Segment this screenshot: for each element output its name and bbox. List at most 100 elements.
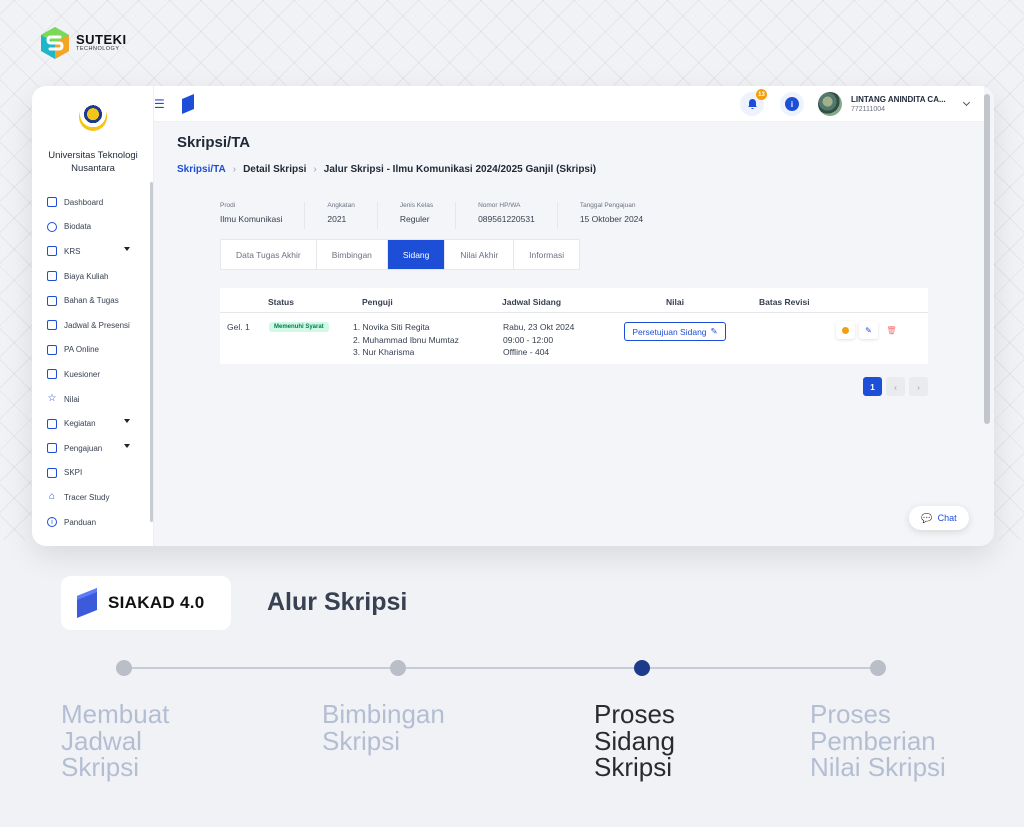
- sidebar-item-skpi[interactable]: SKPI: [32, 461, 150, 486]
- status-badge: Memenuhi Syarat: [269, 322, 329, 332]
- sidebar-item-biodata[interactable]: Biodata: [32, 215, 150, 240]
- column-header-jadwal: Jadwal Sidang: [502, 297, 562, 307]
- sidebar-item-label: Tracer Study: [64, 492, 110, 502]
- sidebar-item-tracer-study[interactable]: ⌂ Tracer Study: [32, 485, 150, 510]
- detail-label: Jenis Kelas: [399, 202, 434, 209]
- sidebar-item-label: Biaya Kuliah: [64, 271, 109, 281]
- sidebar-item-panduan[interactable]: i Panduan: [32, 510, 150, 535]
- sidebar-item-krs[interactable]: KRS: [32, 239, 150, 264]
- detail-tanggal-pengajuan: Tanggal Pengajuan 15 Oktober 2024: [580, 202, 665, 229]
- timeline-step-4-dot: [870, 660, 886, 676]
- persetujuan-sidang-button[interactable]: Persetujuan Sidang ✎: [624, 322, 726, 341]
- caret-down-icon: [124, 443, 130, 448]
- jadwal-cell: Rabu, 23 Okt 2024 09:00 - 12:00 Offline …: [503, 321, 574, 359]
- detail-jenis-kelas: Jenis Kelas Reguler: [399, 202, 457, 229]
- detail-label: Tanggal Pengajuan: [579, 202, 636, 209]
- info-button[interactable]: i: [780, 92, 804, 116]
- chevron-left-icon: ‹: [894, 381, 897, 392]
- persetujuan-sidang-label: Persetujuan Sidang: [632, 326, 707, 337]
- chevron-right-icon: ›: [313, 164, 317, 175]
- sidebar-scrollbar[interactable]: [150, 182, 153, 522]
- bookmark-icon: [47, 295, 57, 306]
- sidebar-item-bahan-tugas[interactable]: Bahan & Tugas: [32, 288, 150, 313]
- sidebar-item-jadwal-presensi[interactable]: Jadwal & Presensi: [32, 313, 150, 338]
- siakad-logo-icon: [77, 588, 97, 618]
- notification-button[interactable]: 13: [740, 89, 767, 116]
- user-id: 772111004: [851, 106, 885, 113]
- sidebar-item-kegiatan[interactable]: Kegiatan: [32, 411, 150, 436]
- detail-value: 2021: [327, 214, 347, 224]
- detail-angkatan: Angkatan 2021: [327, 202, 378, 229]
- sidebar-item-biaya-kuliah[interactable]: Biaya Kuliah: [32, 264, 150, 289]
- skripsi-details: Prodi Ilmu Komunikasi Angkatan 2021 Jenis …: [220, 202, 687, 229]
- gel-cell: Gel. 1: [227, 322, 250, 332]
- sidebar: Universitas Teknologi Nusantara Dashboar…: [32, 86, 154, 546]
- product-card: SIAKAD 4.0: [61, 576, 231, 630]
- timeline-step-1-dot: [116, 660, 132, 676]
- main-scrollbar[interactable]: [984, 94, 990, 424]
- graduation-icon: ⌂: [48, 491, 56, 503]
- brand-subtitle: TECHNOLOGY: [76, 46, 120, 52]
- prev-page-button[interactable]: ‹: [886, 377, 905, 396]
- status-action-button[interactable]: [836, 321, 855, 339]
- user-name[interactable]: LINTANG ANINDITA CA...: [851, 95, 946, 104]
- page-title: Skripsi/TA: [177, 134, 251, 151]
- tab-bimbingan[interactable]: Bimbingan: [317, 240, 388, 269]
- database-icon: [47, 221, 57, 232]
- topbar: ☰ 13 i LINTANG ANINDITA CA... 772111004: [154, 86, 984, 122]
- sidebar-item-label: Biodata: [64, 222, 92, 232]
- tab-nilai-akhir[interactable]: Nilai Akhir: [445, 240, 515, 269]
- sidebar-item-pa-online[interactable]: PA Online: [32, 338, 150, 363]
- sidebar-item-label: Kegiatan: [64, 419, 96, 429]
- notification-count: 13: [756, 89, 767, 100]
- warning-dot-icon: [842, 326, 849, 334]
- sidebar-menu: Dashboard Biodata KRS Biaya Kuliah Bahan…: [32, 190, 150, 534]
- jadwal-date: Rabu, 23 Okt 2024: [503, 322, 575, 332]
- sidang-table: Status Penguji Jadwal Sidang Nilai Batas…: [220, 288, 928, 364]
- card-icon: [47, 271, 57, 282]
- university-name: Universitas Teknologi Nusantara: [48, 150, 138, 174]
- document-icon: [47, 467, 57, 478]
- caret-down-icon: [124, 419, 130, 424]
- sidebar-item-kuesioner[interactable]: Kuesioner: [32, 362, 150, 387]
- sidebar-item-label: PA Online: [64, 345, 99, 355]
- dashboard-icon: [47, 197, 57, 208]
- sidebar-item-label: Panduan: [64, 517, 97, 527]
- chat-button[interactable]: 💬 Chat: [909, 506, 969, 530]
- detail-prodi: Prodi Ilmu Komunikasi: [220, 202, 306, 229]
- tab-data-tugas-akhir[interactable]: Data Tugas Akhir: [221, 240, 317, 269]
- next-page-button[interactable]: ›: [909, 377, 928, 396]
- penguji-cell: 1. Novika Siti Regita 2. Muhammad Ibnu M…: [353, 321, 459, 359]
- section-title: Alur Skripsi: [267, 588, 408, 616]
- jadwal-time: 09:00 - 12:00: [503, 334, 554, 345]
- tab-sidang[interactable]: Sidang: [387, 240, 446, 269]
- menu-toggle-icon[interactable]: ☰: [154, 97, 165, 111]
- sidebar-item-label: Jadwal & Presensi: [64, 320, 130, 330]
- sidebar-item-dashboard[interactable]: Dashboard: [32, 190, 150, 215]
- detail-label: Nomor HP/WA: [478, 202, 521, 209]
- chevron-down-icon[interactable]: [962, 98, 971, 107]
- pencil-icon: ✎: [710, 326, 718, 336]
- brand-name: SUTEKI: [76, 32, 127, 47]
- breadcrumb-skripsi[interactable]: Skripsi/TA: [177, 164, 226, 175]
- tab-informasi[interactable]: Informasi: [514, 240, 579, 269]
- edit-icon: [47, 369, 57, 380]
- edit-button[interactable]: ✎: [859, 321, 878, 339]
- pencil-icon: ✎: [865, 325, 872, 335]
- timeline-step-4-label: Proses Pemberian Nilai Skripsi: [810, 699, 946, 782]
- avatar[interactable]: [818, 92, 842, 116]
- detail-value: 089561220531: [478, 214, 535, 224]
- sidebar-item-nilai[interactable]: ☆ Nilai: [32, 387, 150, 412]
- penguji-1: 1. Novika Siti Regita: [353, 322, 430, 332]
- sidebar-item-pengajuan[interactable]: Pengajuan: [32, 436, 150, 461]
- jadwal-room: Offline - 404: [503, 347, 550, 357]
- delete-button[interactable]: 🗑: [882, 321, 901, 339]
- breadcrumb-detail[interactable]: Detail Skripsi: [243, 164, 306, 175]
- star-icon: ☆: [47, 393, 57, 405]
- page-1-button[interactable]: 1: [863, 377, 882, 396]
- sidebar-item-label: Kuesioner: [64, 369, 101, 379]
- detail-value: Ilmu Komunikasi: [220, 214, 283, 224]
- trash-icon: 🗑: [886, 325, 897, 335]
- chat-icon: [47, 344, 57, 355]
- sidebar-item-label: SKPI: [64, 468, 83, 478]
